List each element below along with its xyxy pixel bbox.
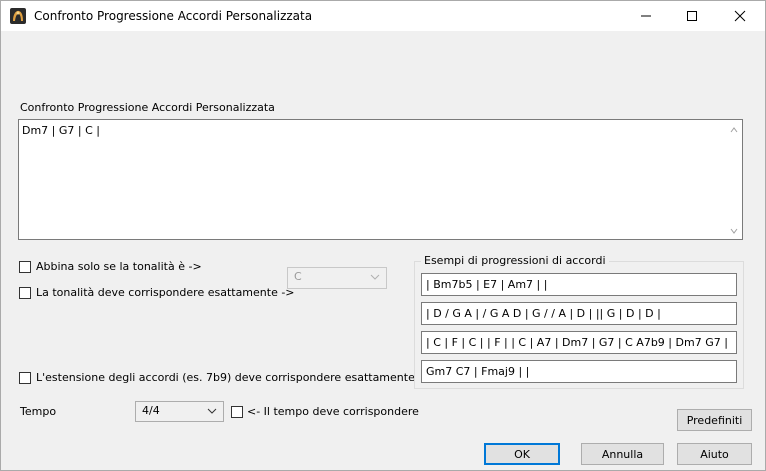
key-match-checkbox[interactable] (19, 261, 31, 273)
progression-textarea[interactable]: Dm7 | G7 | C | (18, 119, 743, 240)
tempo-must-match-label: <- Il tempo deve corrispondere (247, 405, 419, 418)
close-icon (734, 10, 746, 22)
maximize-button[interactable] (669, 1, 715, 31)
maximize-icon (687, 11, 697, 21)
extension-exact-label: L'estensione degli accordi (es. 7b9) dev… (36, 371, 415, 384)
cancel-button[interactable]: Annulla (581, 443, 664, 465)
scroll-up-icon[interactable] (730, 127, 738, 133)
tempo-select[interactable]: 4/4 (135, 401, 224, 422)
scroll-down-icon[interactable] (730, 228, 738, 234)
example-text: | C | F | C | | F | | C | A7 | Dm7 | G7 … (426, 336, 728, 349)
window-title: Confronto Progressione Accordi Personali… (34, 9, 313, 23)
tempo-select-value: 4/4 (142, 404, 160, 417)
example-field[interactable]: | C | F | C | | F | | C | A7 | Dm7 | G7 … (421, 331, 737, 354)
progression-text: Dm7 | G7 | C | (22, 124, 100, 137)
defaults-button[interactable]: Predefiniti (677, 409, 752, 431)
section-label: Confronto Progressione Accordi Personali… (20, 101, 275, 114)
vertical-scrollbar[interactable] (726, 120, 742, 239)
example-text: | D / G A | / G A D | G / / A | D | || G… (426, 307, 661, 320)
example-field[interactable]: Gm7 C7 | Fmaj9 | | (421, 360, 737, 383)
example-text: | Bm7b5 | E7 | Am7 | | (426, 278, 548, 291)
ok-button[interactable]: OK (484, 443, 560, 465)
app-icon (10, 8, 26, 24)
tempo-must-match-checkbox[interactable] (231, 406, 243, 418)
close-button[interactable] (717, 1, 763, 31)
minimize-icon (641, 15, 651, 17)
example-text: Gm7 C7 | Fmaj9 | | (426, 365, 530, 378)
key-select-value: C (294, 270, 302, 283)
example-field[interactable]: | D / G A | / G A D | G / / A | D | || G… (421, 302, 737, 325)
dialog-window: Confronto Progressione Accordi Personali… (0, 0, 766, 471)
help-button[interactable]: Aiuto (677, 443, 752, 465)
examples-title: Esempi di progressioni di accordi (421, 254, 609, 267)
chevron-down-icon (207, 408, 217, 414)
key-exact-checkbox[interactable] (19, 287, 31, 299)
title-bar[interactable]: Confronto Progressione Accordi Personali… (1, 1, 765, 31)
key-match-label: Abbina solo se la tonalità è -> (36, 260, 202, 273)
minimize-button[interactable] (623, 1, 669, 31)
key-select[interactable]: C (287, 267, 387, 289)
tempo-label: Tempo (20, 405, 57, 418)
example-field[interactable]: | Bm7b5 | E7 | Am7 | | (421, 273, 737, 296)
extension-exact-checkbox[interactable] (19, 372, 31, 384)
key-exact-label: La tonalità deve corrispondere esattamen… (36, 286, 295, 299)
chevron-down-icon (370, 274, 380, 280)
